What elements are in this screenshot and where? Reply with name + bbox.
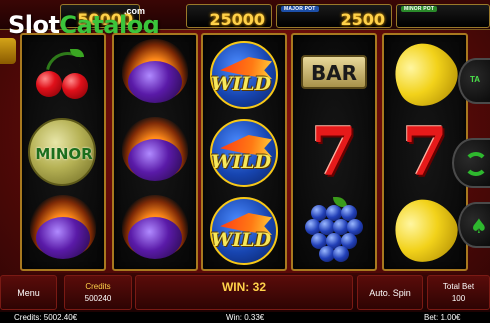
symbol-seven: 7 [293, 113, 375, 191]
symbol-wild: WILD [203, 191, 285, 269]
symbol-plum-fire [114, 191, 196, 269]
cherry-icon [36, 71, 62, 97]
minor-text: MINOR [35, 145, 93, 163]
grape-icon [333, 246, 349, 262]
credits-value: 500240 [84, 294, 112, 303]
lemon-icon [382, 187, 468, 273]
gamble-button[interactable] [452, 138, 490, 188]
spade-icon: ♠ [470, 214, 488, 238]
symbol-cherry [22, 35, 104, 113]
wild-text: WILD [211, 151, 272, 173]
reel-4: BAR 7 [291, 33, 377, 271]
plum-icon [36, 217, 90, 259]
wild-text: WILD [211, 73, 272, 95]
plum-icon [128, 139, 182, 181]
symbol-wild: WILD [203, 35, 285, 113]
symbol-plum-fire [114, 35, 196, 113]
reel-2 [112, 33, 198, 271]
symbol-wild: WILD [203, 113, 285, 191]
reel-area: MINOR WILD WILD WILD BAR 7 7 [20, 31, 472, 273]
plum-icon [128, 61, 182, 103]
symbol-plum-fire [22, 191, 104, 269]
coin-icon: MINOR [28, 118, 96, 186]
status-bar: Credits: 5002.40€ Win: 0.33€ Bet: 1.00€ [0, 312, 490, 323]
refresh-arrows-icon [464, 152, 488, 176]
card-gamble-button[interactable]: ♠ [458, 202, 490, 248]
seven-icon: 7 [311, 113, 357, 191]
jackpot-value: 2500 [340, 10, 385, 29]
symbol-bar: BAR [293, 35, 375, 113]
jackpot-meter-2: 25000 [186, 4, 272, 29]
bar-text: BAR [310, 61, 358, 85]
bar-icon: BAR [301, 55, 367, 89]
watermark-suffix: .com [124, 6, 146, 16]
auto-spin-button[interactable]: Auto. Spin [357, 275, 423, 310]
jackpot-label: MINOR POT [401, 6, 438, 12]
auto-spin-label: Auto. Spin [369, 288, 411, 298]
total-bet-value: 100 [451, 294, 466, 303]
jackpot-label: MAJOR POT [281, 6, 319, 12]
jackpot-meter-minor: MINOR POT [396, 4, 490, 28]
symbol-lemon [382, 187, 468, 273]
status-bet: Bet: 1.00€ [424, 313, 461, 322]
cherry-icon [62, 73, 88, 99]
gamble-badge[interactable] [0, 38, 16, 64]
jackpot-meter-major: MAJOR POT 2500 [276, 4, 392, 29]
win-text: WIN: 32 [221, 280, 266, 294]
reel-1: MINOR [20, 33, 106, 271]
wild-text: WILD [211, 229, 272, 251]
reel-3: WILD WILD WILD [201, 33, 287, 271]
status-win: Win: 0.33€ [226, 313, 265, 322]
symbol-grapes [293, 191, 375, 269]
jackpot-value: 25000 [209, 10, 265, 29]
menu-button[interactable]: Menu [0, 275, 57, 310]
win-display: WIN: 32 [135, 275, 353, 310]
control-panel: Menu Credits 500240 WIN: 32 Auto. Spin T… [0, 273, 490, 312]
credits-display: Credits 500240 [64, 275, 132, 310]
credits-label: Credits [85, 282, 111, 291]
symbol-plum-fire [114, 113, 196, 191]
take-button[interactable]: TA [458, 58, 490, 104]
total-bet-label: Total Bet [442, 282, 475, 291]
symbol-lemon [382, 31, 468, 117]
total-bet-button[interactable]: Total Bet 100 [427, 275, 490, 310]
menu-label: Menu [17, 288, 40, 298]
lemon-icon [382, 31, 468, 117]
status-credits: Credits: 5002.40€ [14, 313, 78, 322]
take-label: TA [470, 75, 481, 84]
plum-icon [128, 217, 182, 259]
symbol-minor-coin: MINOR [22, 113, 104, 191]
